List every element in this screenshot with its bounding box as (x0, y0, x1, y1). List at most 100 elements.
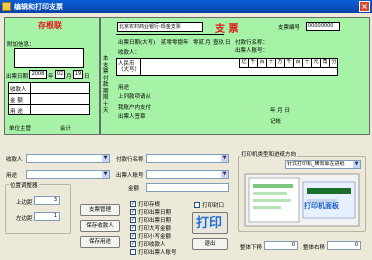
form-amount-label: 金额 (128, 186, 140, 192)
print-option-label: 打印大写金额 (138, 226, 172, 232)
digit-header: 十 (266, 58, 275, 67)
stub-year-unit: 年 (48, 74, 54, 80)
amount-input[interactable] (146, 183, 229, 192)
stub-extra-info-label: 附加信息： (7, 42, 35, 48)
chevron-down-icon[interactable]: ▼ (102, 171, 109, 178)
cheque-rule (116, 34, 224, 35)
cheque-payee-label: 收款人： (118, 50, 141, 56)
chevron-down-icon[interactable]: ▼ (353, 161, 360, 168)
checkbox[interactable]: ✓ (130, 241, 136, 247)
digit-header: 元 (311, 58, 320, 67)
cheque-date-month: 零贰 (193, 40, 205, 46)
form-drawer-account-label: 出票人账号 (116, 173, 144, 179)
save-purpose-button[interactable]: 保存用途 (80, 236, 120, 248)
print-seal-option[interactable]: 打印封口 (194, 201, 224, 209)
checkbox[interactable]: ✓ (130, 225, 136, 231)
printer-panel-icon (244, 173, 360, 227)
stub-row-amount: 金 额 (10, 98, 23, 104)
stub-day-unit: 日 (84, 74, 90, 80)
cheque-booking-label: 记帐 (270, 119, 282, 125)
stub-day-field[interactable]: 19 (73, 70, 83, 79)
cheque-account-label: 我账户内支付 (118, 105, 152, 111)
exit-button[interactable]: 退出 (192, 238, 228, 250)
top-margin-label: 上边距 (16, 200, 33, 206)
cheque-title: 支 票 (215, 24, 239, 35)
print-option-label: 打印出票日期 (138, 210, 172, 216)
digit-header: 百 (293, 58, 302, 67)
chevron-down-icon[interactable]: ▼ (102, 155, 109, 162)
print-option[interactable]: ✓ 打印存根 (130, 200, 194, 208)
drawer-account-combo[interactable]: ▼ (146, 170, 229, 179)
top-margin-input[interactable]: 3 (34, 196, 60, 205)
stub-heading: 存根联 (38, 21, 62, 30)
overall-right-input[interactable]: 0 (327, 241, 361, 250)
overall-down-input[interactable]: 0 (264, 241, 298, 250)
left-margin-label: 左边距 (16, 216, 33, 222)
checkbox[interactable]: ✓ (130, 209, 136, 215)
checkbox[interactable]: ✓ (130, 201, 136, 207)
printer-type-combo[interactable]: 针式打印机_横向靠左进纸 ▼ (285, 160, 361, 169)
cheque-number-label: 支票编号 (278, 25, 301, 31)
cheque-date-year: 贰零零捌年 (161, 40, 189, 46)
stub-row-payee: 收款人 (10, 87, 27, 93)
checkbox[interactable] (130, 249, 136, 255)
chevron-down-icon[interactable]: ▼ (221, 155, 228, 162)
payee-combo[interactable]: ▼ (26, 154, 110, 163)
print-option[interactable]: ✓ 打印小写金额 (130, 232, 194, 240)
cheque-bank-name[interactable]: 北京农村商业银行-现金支票 (117, 22, 203, 32)
cheque-bank-label: 付款行名称： (235, 40, 269, 46)
overall-right-label: 整体右移 (303, 245, 326, 251)
form-payee-label: 收款人 (6, 157, 23, 163)
print-options: ✓ 打印存根 ✓ 打印出票日期 ✓ 打印出票日期 ✓ 打印大写金额 ✓ 打印小写金额 ✓ 打… (130, 200, 194, 256)
checkbox[interactable] (194, 202, 200, 208)
stub-year-field[interactable]: 2008 (29, 70, 47, 79)
checkbox[interactable]: ✓ (130, 233, 136, 239)
printer-panel-caption: 打印机面板 (304, 202, 339, 210)
print-option[interactable]: ✓ 打印出票日期 (130, 208, 194, 216)
printer-type-value: 针式打印机_横向靠左进纸 (287, 161, 345, 167)
print-button-label: 打印 (196, 216, 223, 231)
print-option-label: 打印小写金额 (138, 234, 172, 240)
save-payee-button[interactable]: 保存收款人 (80, 220, 120, 232)
digit-header: 十 (302, 58, 311, 67)
cheque-period-caption: 本支票付款期限十天 (103, 56, 109, 114)
print-option[interactable]: ✓ 打印收款人 (130, 240, 194, 248)
left-margin-input[interactable]: 1 (34, 212, 60, 221)
cheque-amount-divider (140, 58, 141, 76)
cheque-date-month-unit: 月 (205, 40, 211, 46)
print-option-label: 打印出票人账号 (138, 250, 177, 256)
stub-month-field[interactable]: 02 (55, 70, 65, 79)
cheque-manage-button[interactable]: 支票管理 (80, 204, 120, 216)
print-button[interactable]: 打印 (192, 212, 228, 234)
checkbox[interactable]: ✓ (130, 217, 136, 223)
app-icon (2, 2, 11, 11)
cheque-purpose-label: 用途 (118, 85, 130, 91)
print-option[interactable]: 打印出票人账号 (130, 248, 194, 256)
print-option-label: 打印收款人 (138, 242, 166, 248)
form-purpose-label: 用途 (6, 173, 18, 179)
printer-group-title: 打印机类型和进纸方向 (240, 150, 298, 158)
cheque-date-caption: 出票日期(大写) (118, 40, 156, 46)
chevron-down-icon[interactable]: ▼ (221, 171, 228, 178)
digit-header: 百 (257, 58, 266, 67)
cheque-drawer-account-label: 出票人账号： (235, 48, 269, 54)
print-option[interactable]: ✓ 打印大写金额 (130, 224, 194, 232)
print-option[interactable]: ✓ 打印出票日期 (130, 216, 194, 224)
stub-accountant-label: 会计 (60, 126, 72, 132)
stub-row-purpose: 用 途 (10, 109, 23, 115)
stub-extra-info-box[interactable] (14, 48, 84, 68)
close-button[interactable]: × (359, 1, 370, 12)
cheque-date-day: 壹玖 (213, 40, 225, 46)
stub-date-label: 出票日期 (6, 74, 29, 80)
form-bank-label: 付款行名称 (116, 157, 144, 163)
bank-combo[interactable]: ▼ (146, 154, 229, 163)
purpose-combo[interactable]: ▼ (26, 170, 110, 179)
stub-month-unit: 月 (66, 74, 72, 80)
position-group (5, 184, 71, 234)
cheque-amount-caption: 人民币（大写） (118, 61, 141, 73)
cheque-digit-line (239, 67, 338, 68)
position-group-title: 位置调整器 (9, 181, 39, 189)
print-seal-label: 打印封口 (202, 203, 225, 209)
overall-down-label: 整体下移 (240, 245, 263, 251)
cheque-number-field[interactable]: 00000000 (306, 22, 340, 31)
